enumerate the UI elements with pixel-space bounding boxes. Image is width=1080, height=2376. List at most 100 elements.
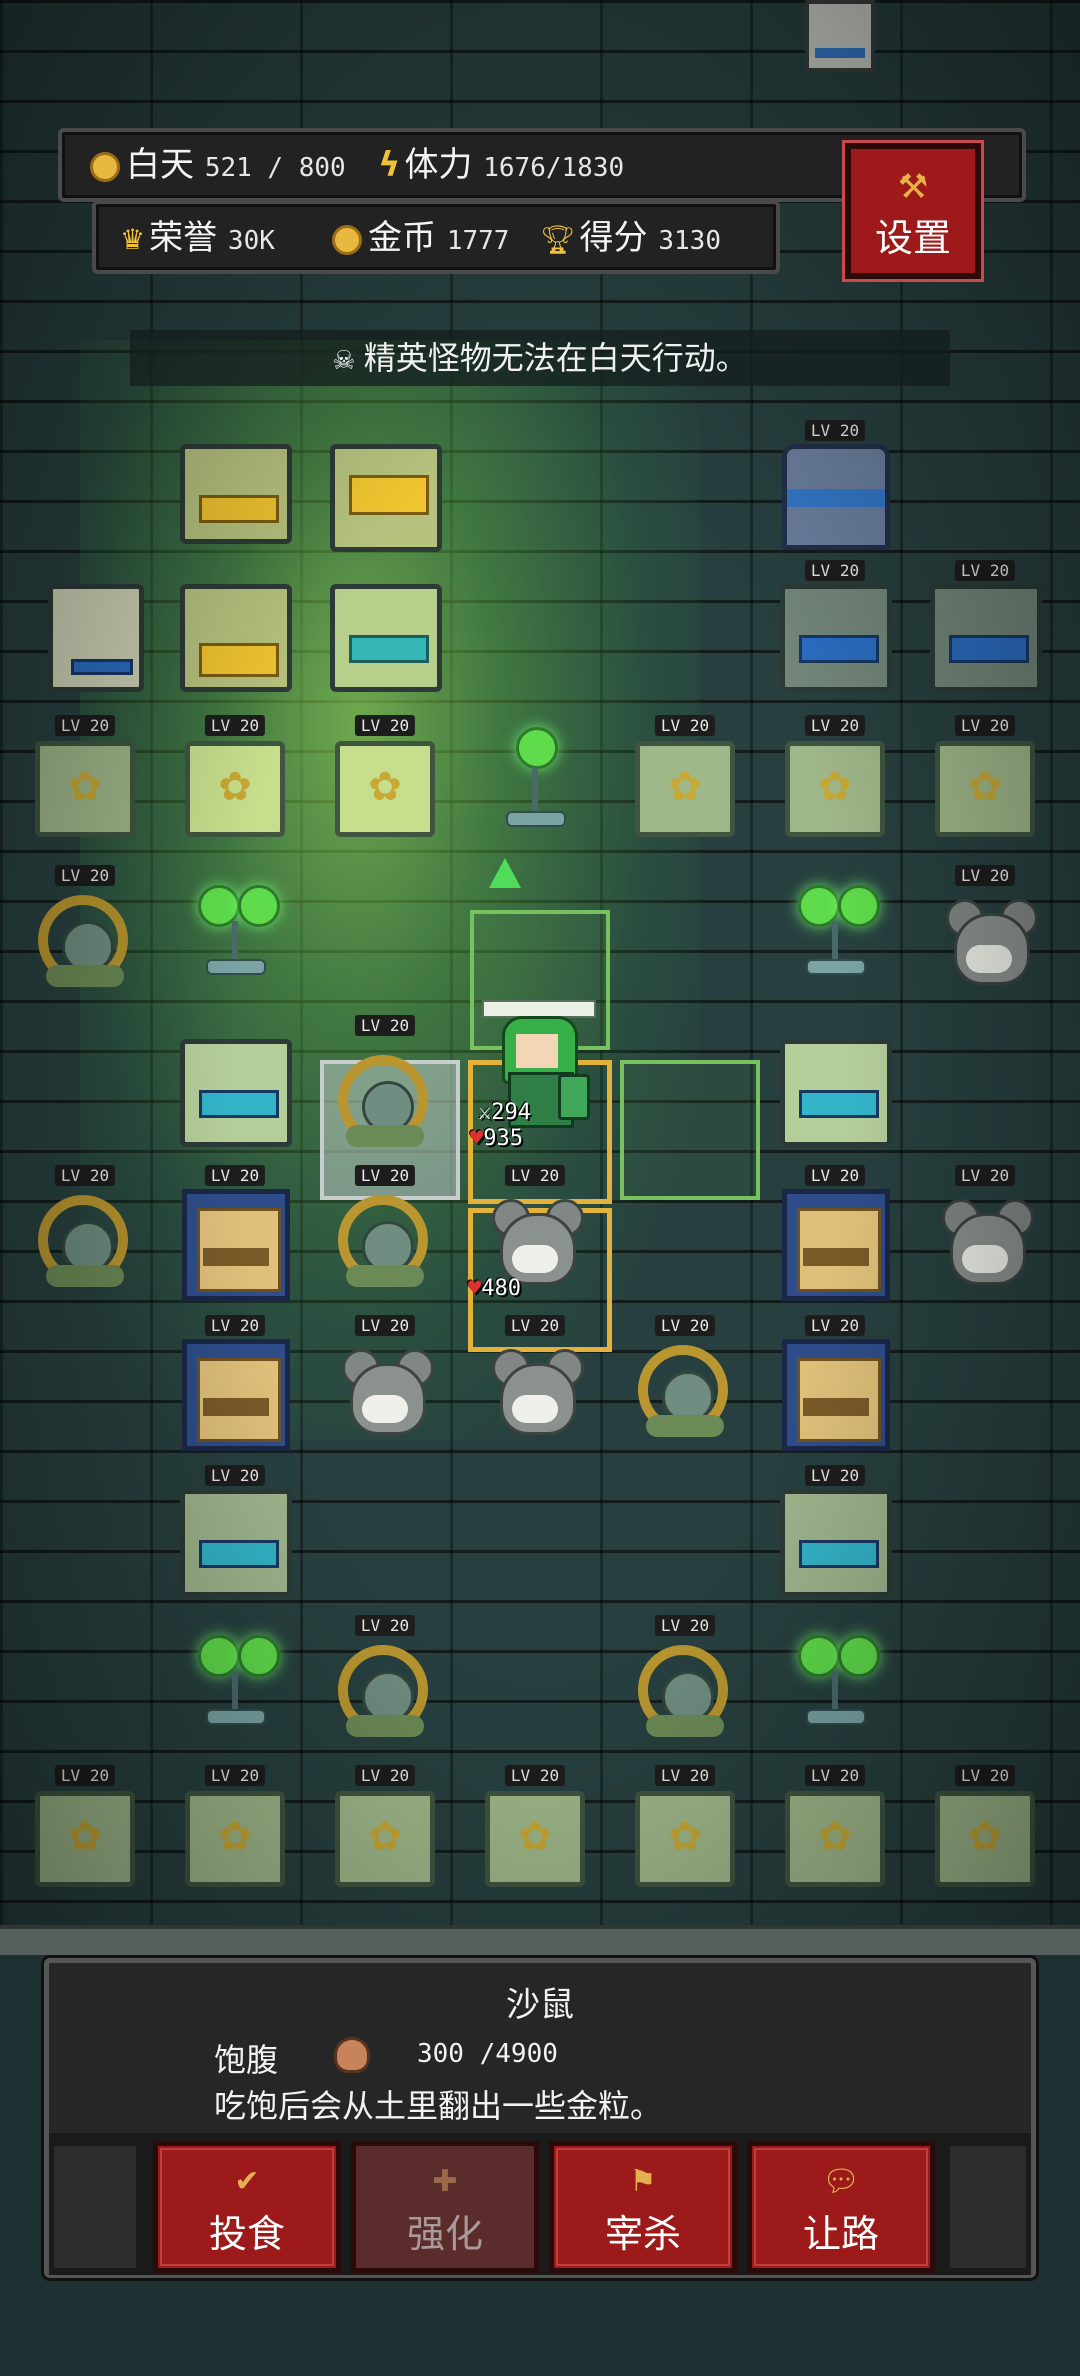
- gold-stat: 金币 1777: [332, 210, 509, 259]
- planter[interactable]: LV 20 ✿: [760, 715, 910, 865]
- planter[interactable]: LV 20 ✿: [310, 715, 460, 865]
- planter[interactable]: LV 20 ✿: [310, 1765, 460, 1915]
- crown-icon: ♛: [120, 223, 146, 256]
- message-banner: ☠ 精英怪物无法在白天行动。: [130, 330, 950, 386]
- plus-icon: ✚: [432, 2164, 458, 2199]
- make-way-button[interactable]: 💬︎ 让路: [747, 2141, 935, 2273]
- move-up-arrow-icon[interactable]: [489, 858, 521, 888]
- planter[interactable]: LV 20 ✿: [610, 1765, 760, 1915]
- hero-attack-value: 294: [491, 1100, 531, 1125]
- machine-teal[interactable]: [310, 560, 460, 710]
- water-tank[interactable]: LV 20: [760, 420, 910, 570]
- move-target-right[interactable]: [620, 1060, 760, 1200]
- check-icon: ✔: [234, 2164, 260, 2199]
- stamina-stat: ϟ 体力 1676/1830: [378, 137, 624, 186]
- make-way-label: 让路: [802, 2212, 879, 2256]
- empty-slot-right: [945, 2141, 1031, 2273]
- planter[interactable]: LV 20 ✿: [10, 715, 160, 865]
- hunger-value: 300 /4900: [417, 2039, 558, 2069]
- twin-green-lamp[interactable]: [760, 1615, 910, 1765]
- plant-monster[interactable]: LV 20: [10, 1165, 160, 1315]
- planter[interactable]: LV 20 ✿: [910, 1765, 1060, 1915]
- gold-coin-icon: [332, 224, 362, 255]
- machine-oven[interactable]: [310, 420, 460, 570]
- plant-monster[interactable]: LV 20: [610, 1315, 760, 1465]
- gold-value: 1777: [446, 226, 510, 256]
- board-bottom-wall: [0, 1925, 1080, 1955]
- gerbil[interactable]: LV 20: [910, 865, 1060, 1015]
- trophy-icon: 🏆︎: [540, 223, 576, 256]
- planter[interactable]: LV 20 ✿: [460, 1765, 610, 1915]
- dungeon-board: LV 20 LV 20 LV 20 LV 20 ✿ LV 20 ✿ LV 20 ✿ L…: [0, 0, 1080, 1925]
- wrench-icon: ⚒: [897, 167, 929, 207]
- stamina-label: 体力: [404, 145, 473, 185]
- bolt-icon: ϟ: [378, 145, 401, 185]
- machine-fish-processor[interactable]: [160, 420, 310, 570]
- score-label: 得分: [579, 218, 648, 258]
- hero-hp: ♥935: [470, 1126, 523, 1151]
- gold-label: 金币: [368, 218, 436, 258]
- slaughter-label: 宰杀: [604, 2212, 681, 2256]
- twin-green-lamp[interactable]: [760, 865, 910, 1015]
- honor-label: 荣誉: [149, 218, 218, 258]
- upgrade-label: 强化: [406, 2212, 483, 2256]
- day-label: 白天: [126, 145, 194, 185]
- machine-press[interactable]: [20, 560, 170, 710]
- storage-cabinet[interactable]: LV 20: [760, 1165, 910, 1315]
- meat-icon: [334, 2037, 370, 2073]
- planter[interactable]: LV 20 ✿: [760, 1765, 910, 1915]
- gerbil[interactable]: LV 20: [460, 1315, 610, 1465]
- green-lamp[interactable]: [460, 715, 610, 865]
- gerbil-hp-value: 480: [481, 1276, 521, 1301]
- planter[interactable]: LV 20 ✿: [610, 715, 760, 865]
- plant-monster[interactable]: LV 20: [10, 865, 160, 1015]
- hunger-label: 饱腹: [214, 2041, 279, 2079]
- machine-drill-1[interactable]: LV 20: [760, 560, 910, 710]
- honor-value: 30K: [227, 226, 275, 256]
- machine-furnace[interactable]: [160, 560, 310, 710]
- planter[interactable]: LV 20 ✿: [160, 715, 310, 865]
- machine-bench[interactable]: [760, 1015, 910, 1165]
- planter[interactable]: LV 20 ✿: [10, 1765, 160, 1915]
- plant-monster[interactable]: LV 20: [310, 1615, 460, 1765]
- score-stat: 🏆︎ 得分 3130: [540, 210, 721, 259]
- stamina-value: 1676/1830: [483, 153, 625, 183]
- day-value: 521 / 800: [204, 153, 346, 183]
- machine-bench[interactable]: LV 20: [160, 1465, 310, 1615]
- twin-green-lamp[interactable]: [160, 1615, 310, 1765]
- creature-name: 沙鼠: [506, 1985, 574, 2025]
- creature-description: 吃饱后会从土里翻出一些金粒。: [214, 2087, 663, 2125]
- feed-label: 投食: [208, 2212, 285, 2256]
- upgrade-button[interactable]: ✚ 强化: [351, 2141, 539, 2273]
- planter[interactable]: LV 20 ✿: [160, 1765, 310, 1915]
- twin-green-lamp[interactable]: [160, 865, 310, 1015]
- machine-bench[interactable]: LV 20: [760, 1465, 910, 1615]
- action-button-row: ✔ 投食 ✚ 强化 ⚑ 宰杀 💬︎ 让路: [49, 2133, 1031, 2275]
- machine-bench[interactable]: [160, 1015, 310, 1165]
- machine-partial[interactable]: [795, 0, 885, 80]
- gerbil[interactable]: LV 20: [910, 1165, 1060, 1315]
- settings-button[interactable]: ⚒ 设置: [842, 140, 984, 282]
- empty-slot-left: [49, 2141, 141, 2273]
- plant-monster[interactable]: LV 20: [310, 1165, 460, 1315]
- hero-hp-value: 935: [483, 1126, 523, 1151]
- storage-cabinet[interactable]: LV 20: [160, 1315, 310, 1465]
- machine-drill-2[interactable]: LV 20: [910, 560, 1060, 710]
- slaughter-button[interactable]: ⚑ 宰杀: [549, 2141, 737, 2273]
- gerbil[interactable]: LV 20: [310, 1315, 460, 1465]
- sun-icon: [90, 151, 120, 182]
- storage-cabinet[interactable]: LV 20: [760, 1315, 910, 1465]
- plant-monster[interactable]: LV 20: [310, 1015, 460, 1165]
- planter[interactable]: LV 20 ✿: [910, 715, 1060, 865]
- gerbil-hp: ♥480: [468, 1276, 521, 1301]
- plant-monster[interactable]: LV 20: [610, 1615, 760, 1765]
- flag-icon: ⚑: [629, 2164, 657, 2199]
- feed-button[interactable]: ✔ 投食: [153, 2141, 341, 2273]
- honor-stat: ♛ 荣誉 30K: [120, 210, 275, 259]
- speech-icon: 💬︎: [821, 2164, 861, 2199]
- storage-cabinet[interactable]: LV 20: [160, 1165, 310, 1315]
- settings-label: 设置: [874, 216, 951, 260]
- score-value: 3130: [658, 226, 721, 256]
- day-stat: 白天 521 / 800: [90, 137, 346, 186]
- hero-attack: ⚔294: [478, 1100, 531, 1125]
